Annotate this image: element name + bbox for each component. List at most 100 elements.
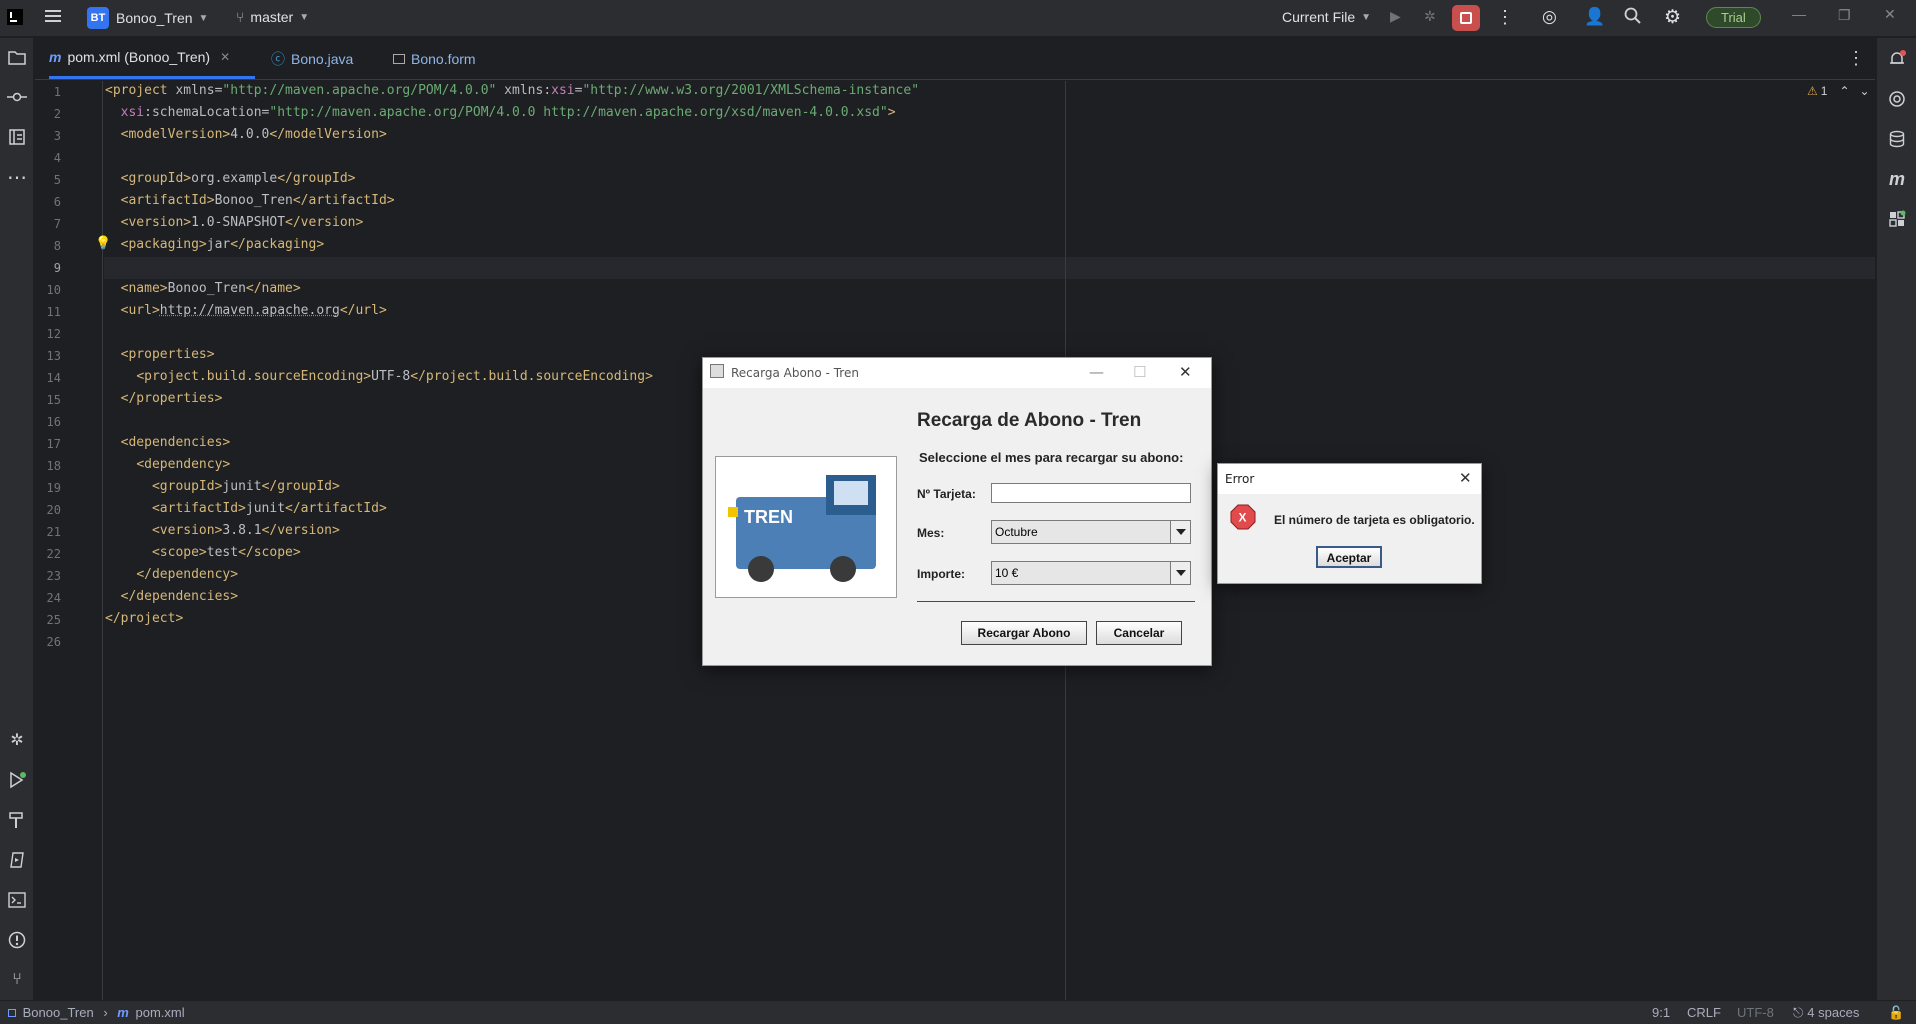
more-tools-icon[interactable]: ⋯ — [2, 162, 32, 192]
restore-window-icon[interactable]: ❐ — [1838, 7, 1851, 24]
code-line-25: </project> — [105, 611, 184, 626]
java-cup-icon — [710, 364, 724, 378]
dialog-subheading: Seleccione el mes para recargar su abono… — [919, 450, 1184, 465]
recharge-dialog: Recarga Abono - Tren — ☐ ✕ TREN Recarga … — [702, 357, 1212, 666]
editor-tab-bar: m pom.xml (Bonoo_Tren) ✕ ⓒ Bono.java Bon… — [35, 38, 1875, 80]
more-actions-icon[interactable]: ⋮ — [1496, 7, 1514, 28]
file-encoding[interactable]: UTF-8 — [1737, 1005, 1774, 1020]
project-selector[interactable]: BT Bonoo_Tren ▼ — [87, 7, 208, 29]
git-icon[interactable]: ⑂ — [2, 965, 32, 995]
stop-button[interactable] — [1452, 5, 1480, 31]
plugin-icon[interactable] — [1882, 204, 1912, 234]
dropdown-arrow-icon[interactable] — [1170, 521, 1190, 543]
amount-value: 10 € — [995, 566, 1019, 580]
close-window-icon[interactable]: ✕ — [1884, 6, 1896, 23]
code-line-2: xsi:schemaLocation="http://maven.apache.… — [120, 105, 896, 120]
code-line-11: <url>http://maven.apache.org</url> — [120, 303, 387, 318]
read-only-lock-icon[interactable]: 🔓 — [1888, 1005, 1904, 1021]
ai-assistant-icon[interactable]: ◎ — [1542, 7, 1557, 27]
code-line-19: <groupId>junit</groupId> — [151, 479, 340, 494]
dialog-maximize-icon: ☐ — [1133, 363, 1147, 381]
line-number: 18 — [46, 459, 61, 473]
main-menu-icon[interactable] — [44, 7, 62, 25]
code-line-15: </properties> — [120, 391, 223, 406]
dialog-separator — [917, 601, 1195, 602]
recharge-button[interactable]: Recargar Abono — [961, 621, 1087, 645]
train-image: TREN — [715, 456, 897, 598]
line-number: 6 — [53, 195, 61, 209]
add-user-icon[interactable]: 👤 — [1584, 7, 1605, 27]
code-line-18: <dependency> — [136, 457, 231, 472]
trial-badge[interactable]: Trial — [1706, 7, 1761, 28]
error-icon-glyph: X — [1239, 511, 1247, 525]
stop-icon — [1452, 5, 1480, 31]
structure-icon[interactable] — [2, 122, 32, 152]
run-icon[interactable]: ▶ — [1390, 8, 1401, 25]
debug-tool-icon[interactable]: ✲ — [2, 725, 32, 755]
tab-options-icon[interactable]: ⋮ — [1847, 48, 1865, 69]
run-tool-icon[interactable] — [2, 765, 32, 795]
dialog-minimize-icon[interactable]: — — [1089, 363, 1104, 381]
notifications-bell-icon[interactable] — [1882, 44, 1912, 74]
error-close-icon[interactable]: ✕ — [1459, 469, 1472, 487]
tab-pom-xml[interactable]: m pom.xml (Bonoo_Tren) ✕ — [49, 38, 255, 79]
tab-label: Bono.java — [291, 50, 354, 67]
code-line-13: <properties> — [120, 347, 215, 362]
maven-icon[interactable]: m — [1882, 164, 1912, 194]
minimize-window-icon[interactable]: — — [1792, 6, 1806, 22]
dialog-close-icon[interactable]: ✕ — [1179, 363, 1192, 381]
cancel-button[interactable]: Cancelar — [1096, 621, 1182, 645]
code-line-6: <artifactId>Bonoo_Tren</artifactId> — [120, 193, 395, 208]
run-config-label: Current File — [1282, 9, 1356, 25]
module-icon — [8, 1009, 16, 1017]
amount-select[interactable]: 10 € — [991, 561, 1191, 585]
tab-bono-form[interactable]: Bono.form — [375, 38, 495, 79]
chevron-down-icon: ▼ — [1361, 11, 1372, 23]
terminal-icon[interactable] — [2, 885, 32, 915]
maven-file-icon: m — [117, 1005, 129, 1020]
line-number: 26 — [46, 635, 61, 649]
chevron-down-icon[interactable]: ⌄ — [1860, 84, 1870, 98]
maven-file-icon: m — [49, 49, 62, 65]
inspection-widget[interactable]: ⚠ 1 ⌃ ⌄ — [1807, 84, 1870, 98]
build-hammer-icon[interactable] — [2, 805, 32, 835]
project-folder-icon[interactable] — [2, 42, 32, 72]
line-number: 3 — [53, 129, 61, 143]
line-number-gutter: 1 2 3 4 5 6 7 8 9 10 11 12 13 14 15 16 17 18 19 20 21 22 23 24 2… — [35, 81, 103, 1000]
run-config-selector[interactable]: Current File ▼ — [1282, 9, 1371, 25]
indent-icon: ⎋ — [1793, 1005, 1804, 1020]
ai-chat-icon[interactable] — [1882, 84, 1912, 114]
line-number: 14 — [46, 371, 61, 385]
breadcrumb-file[interactable]: pom.xml — [135, 1005, 184, 1020]
branch-name: master — [250, 9, 294, 25]
code-line-17: <dependencies> — [120, 435, 231, 450]
ok-button[interactable]: Aceptar — [1316, 546, 1382, 568]
month-select[interactable]: Octubre — [991, 520, 1191, 544]
line-separator[interactable]: CRLF — [1687, 1005, 1721, 1020]
problems-icon[interactable] — [2, 925, 32, 955]
indent-setting[interactable]: ⎋ 4 spaces — [1793, 1005, 1859, 1021]
dropdown-arrow-icon[interactable] — [1170, 562, 1190, 584]
breadcrumb-project[interactable]: Bonoo_Tren — [23, 1005, 94, 1020]
app-logo-icon[interactable] — [6, 8, 24, 26]
search-icon[interactable] — [1624, 7, 1642, 25]
database-icon[interactable] — [1882, 124, 1912, 154]
chevron-up-icon[interactable]: ⌃ — [1839, 84, 1849, 98]
tab-bono-java[interactable]: ⓒ Bono.java — [255, 38, 375, 79]
branch-selector[interactable]: ⑂ master ▼ — [236, 9, 309, 25]
intention-bulb-icon[interactable]: 💡 — [95, 235, 111, 251]
caret-position[interactable]: 9:1 — [1652, 1005, 1670, 1020]
code-line-5: <groupId>org.example</groupId> — [120, 171, 356, 186]
card-number-input[interactable] — [991, 483, 1191, 503]
services-icon[interactable] — [2, 845, 32, 875]
train-label: TREN — [744, 507, 793, 527]
debug-icon[interactable]: ✲ — [1424, 8, 1436, 25]
settings-gear-icon[interactable]: ⚙ — [1664, 6, 1681, 29]
indent-label: 4 spaces — [1807, 1005, 1860, 1020]
close-tab-icon[interactable]: ✕ — [220, 50, 230, 64]
line-number: 2 — [53, 107, 61, 121]
breadcrumb: Bonoo_Tren › m pom.xml — [8, 1005, 185, 1020]
commit-icon[interactable] — [2, 82, 32, 112]
status-bar: Bonoo_Tren › m pom.xml 9:1 CRLF UTF-8 ⎋ 4… — [0, 1000, 1916, 1024]
chevron-down-icon: ▼ — [198, 12, 209, 24]
